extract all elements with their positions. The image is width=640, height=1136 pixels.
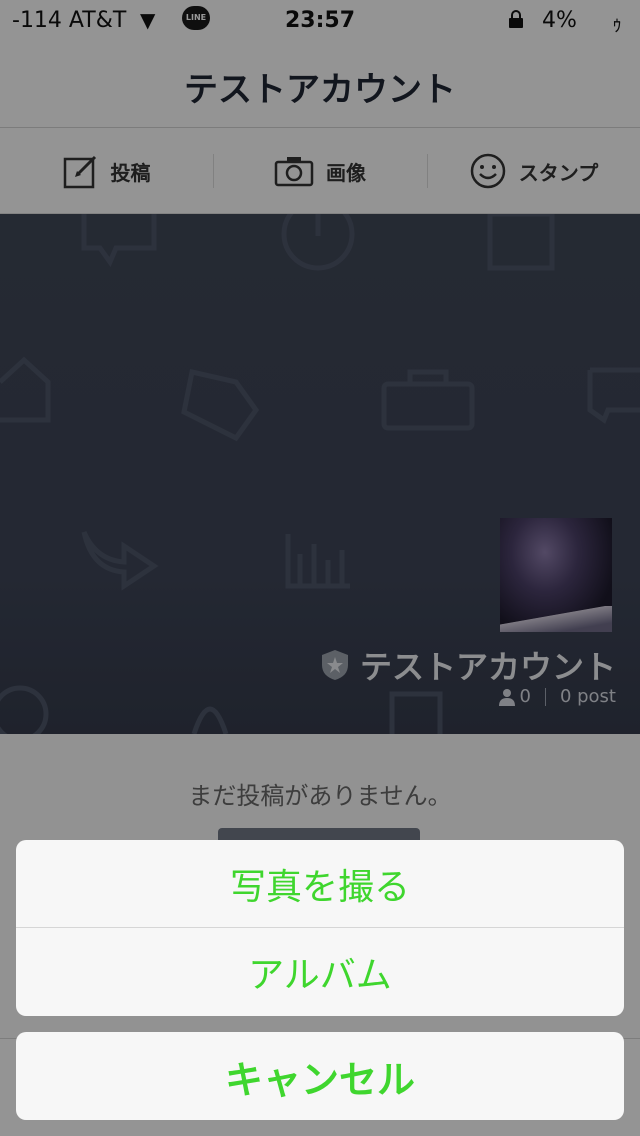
album-option[interactable]: アルバム — [16, 928, 624, 1016]
action-sheet: 写真を撮る アルバム — [16, 840, 624, 1016]
take-photo-option[interactable]: 写真を撮る — [16, 840, 624, 928]
cancel-button[interactable]: キャンセル — [16, 1032, 624, 1120]
